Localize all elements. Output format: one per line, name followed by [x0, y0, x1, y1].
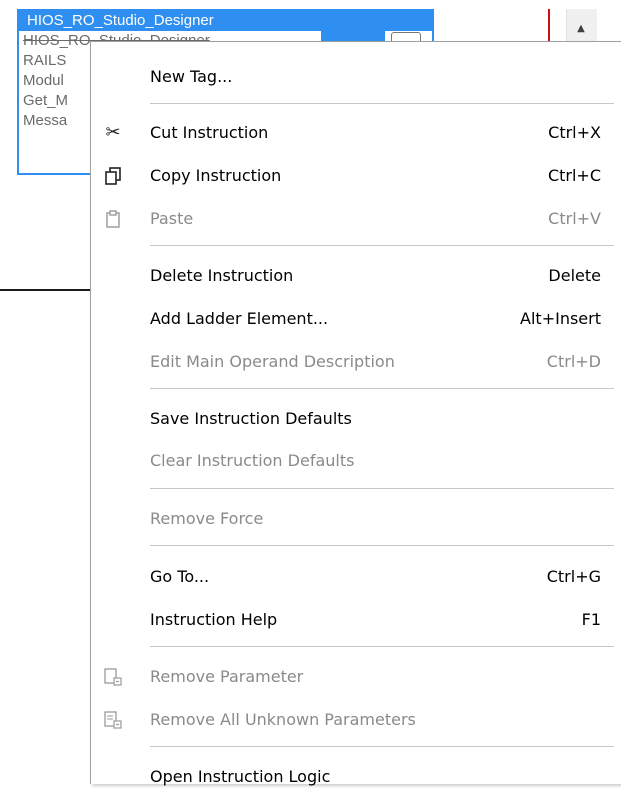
remove-parameter-icon: [103, 667, 123, 687]
menu-item-label: Copy Instruction: [150, 166, 282, 185]
menu-item-paste[interactable]: Paste Ctrl+V: [91, 197, 621, 241]
menu-item-copy-instruction[interactable]: Copy Instruction Ctrl+C: [91, 154, 621, 198]
menu-item-shortcut: Ctrl+D: [546, 352, 601, 371]
menu-item-label: Remove All Unknown Parameters: [150, 710, 416, 729]
menu-item-shortcut: Ctrl+C: [547, 166, 601, 185]
menu-item-save-instruction-defaults[interactable]: Save Instruction Defaults: [91, 397, 621, 441]
menu-item-remove-force[interactable]: Remove Force: [91, 497, 621, 541]
menu-item-open-instruction-logic[interactable]: Open Instruction Logic: [91, 755, 621, 799]
menu-item-label: Instruction Help: [150, 610, 278, 629]
menu-separator: [150, 545, 614, 546]
menu-item-new-tag[interactable]: New Tag...: [91, 55, 621, 99]
menu-item-label: Delete Instruction: [150, 266, 294, 285]
menu-item-shortcut: Alt+Insert: [520, 309, 601, 328]
ladder-rung-line: [0, 289, 90, 291]
tag-list-item[interactable]: Messa: [23, 111, 67, 131]
menu-item-shortcut: Ctrl+X: [548, 123, 601, 142]
menu-item-label: Save Instruction Defaults: [150, 409, 352, 428]
menu-item-edit-main-operand-description[interactable]: Edit Main Operand Description Ctrl+D: [91, 340, 621, 384]
menu-item-shortcut: F1: [581, 610, 601, 629]
scissors-icon: ✂: [105, 122, 121, 143]
menu-item-shortcut: Ctrl+G: [546, 567, 601, 586]
menu-item-instruction-help[interactable]: Instruction Help F1: [91, 598, 621, 642]
menu-separator: [150, 746, 614, 747]
menu-item-remove-parameter[interactable]: Remove Parameter: [91, 655, 621, 699]
copy-icon: [103, 166, 123, 186]
menu-separator: [150, 646, 614, 647]
menu-item-shortcut: Delete: [548, 266, 601, 285]
menu-separator: [150, 103, 614, 104]
menu-item-add-ladder-element[interactable]: Add Ladder Element... Alt+Insert: [91, 297, 621, 341]
rung-cursor-marker: [548, 9, 550, 43]
menu-item-remove-all-unknown-parameters[interactable]: Remove All Unknown Parameters: [91, 698, 621, 742]
menu-item-go-to[interactable]: Go To... Ctrl+G: [91, 555, 621, 599]
menu-item-label: New Tag...: [150, 67, 233, 86]
menu-item-label: Add Ladder Element...: [150, 309, 329, 328]
menu-item-label: Clear Instruction Defaults: [150, 451, 355, 470]
menu-item-delete-instruction[interactable]: Delete Instruction Delete: [91, 254, 621, 298]
menu-separator: [150, 488, 614, 489]
menu-item-clear-instruction-defaults[interactable]: Clear Instruction Defaults: [91, 439, 621, 483]
tag-list-item-selected[interactable]: HIOS_RO_Studio_Designer: [19, 11, 432, 31]
tag-list-item[interactable]: Modul: [23, 71, 64, 91]
menu-separator: [150, 388, 614, 389]
tag-list-item[interactable]: RAILS: [23, 51, 66, 71]
menu-item-cut-instruction[interactable]: ✂ Cut Instruction Ctrl+X: [91, 111, 621, 155]
menu-item-label: Paste: [150, 209, 194, 228]
menu-item-label: Open Instruction Logic: [150, 767, 331, 786]
context-menu: New Tag... ✂ Cut Instruction Ctrl+X Copy…: [90, 41, 621, 786]
tag-list-item[interactable]: Get_M: [23, 91, 68, 111]
menu-item-label: Remove Force: [150, 509, 264, 528]
menu-item-label: Cut Instruction: [150, 123, 269, 142]
remove-unknown-parameters-icon: [103, 710, 123, 730]
menu-item-label: Edit Main Operand Description: [150, 352, 395, 371]
paste-icon: [103, 209, 123, 229]
menu-item-label: Go To...: [150, 567, 210, 586]
menu-item-label: Remove Parameter: [150, 667, 304, 686]
menu-item-shortcut: Ctrl+V: [548, 209, 601, 228]
menu-separator: [150, 245, 614, 246]
